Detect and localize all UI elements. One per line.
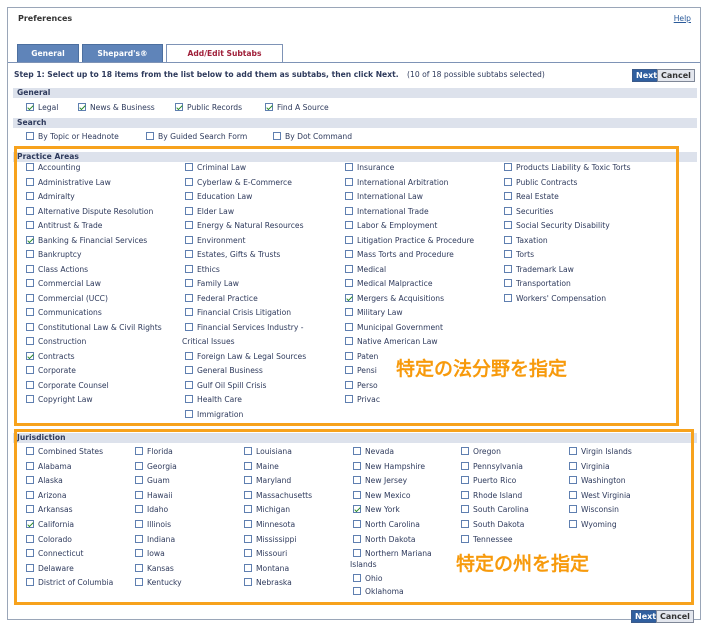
checkbox[interactable] <box>26 132 34 140</box>
cancel-button-top[interactable]: Cancel <box>657 69 695 82</box>
step-count: (10 of 18 possible subtabs selected) <box>407 70 545 79</box>
step-label: Step 1: Select up to 18 items from the l… <box>14 70 399 79</box>
search-section-header: Search <box>13 118 697 128</box>
checkbox[interactable] <box>265 103 273 111</box>
practice-annotation: 特定の法分野を指定 <box>396 358 568 380</box>
search-item-by-topic-or-headnote[interactable]: By Topic or Headnote <box>26 132 119 141</box>
general-item-public-records[interactable]: Public Records <box>175 103 242 112</box>
general-item-legal[interactable]: Legal <box>26 103 58 112</box>
tab-shepards[interactable]: Shepard's® <box>82 44 163 62</box>
practice-areas-highlight <box>14 146 679 426</box>
general-section-header: General <box>13 88 697 98</box>
checkbox[interactable] <box>78 103 86 111</box>
search-item-by-guided-search-form[interactable]: By Guided Search Form <box>146 132 247 141</box>
checkbox-label: Legal <box>38 103 59 112</box>
checkbox-label: Find A Source <box>277 103 329 112</box>
page-title: Preferences <box>18 14 73 23</box>
jurisdiction-highlight <box>14 429 694 605</box>
checkbox[interactable] <box>146 132 154 140</box>
checkbox-label: By Guided Search Form <box>158 132 248 141</box>
checkbox-label: Public Records <box>187 103 243 112</box>
general-item-news-business[interactable]: News & Business <box>78 103 155 112</box>
checkbox-label: By Dot Command <box>285 132 353 141</box>
tab-general[interactable]: General <box>17 44 79 62</box>
general-item-find-a-source[interactable]: Find A Source <box>265 103 329 112</box>
help-link[interactable]: Help <box>674 14 691 23</box>
checkbox-label: News & Business <box>90 103 155 112</box>
step-instructions: Step 1: Select up to 18 items from the l… <box>14 70 545 79</box>
jurisdiction-annotation: 特定の州を指定 <box>456 553 590 575</box>
search-item-by-dot-command[interactable]: By Dot Command <box>273 132 352 141</box>
checkbox[interactable] <box>273 132 281 140</box>
tab-divider <box>8 62 700 63</box>
preferences-window: Preferences Help General Shepard's® Add/… <box>7 7 701 623</box>
checkbox[interactable] <box>26 103 34 111</box>
checkbox[interactable] <box>175 103 183 111</box>
checkbox-label: By Topic or Headnote <box>38 132 119 141</box>
cancel-button-bottom[interactable]: Cancel <box>656 610 694 623</box>
tab-add-edit-subtabs[interactable]: Add/Edit Subtabs <box>166 44 283 63</box>
